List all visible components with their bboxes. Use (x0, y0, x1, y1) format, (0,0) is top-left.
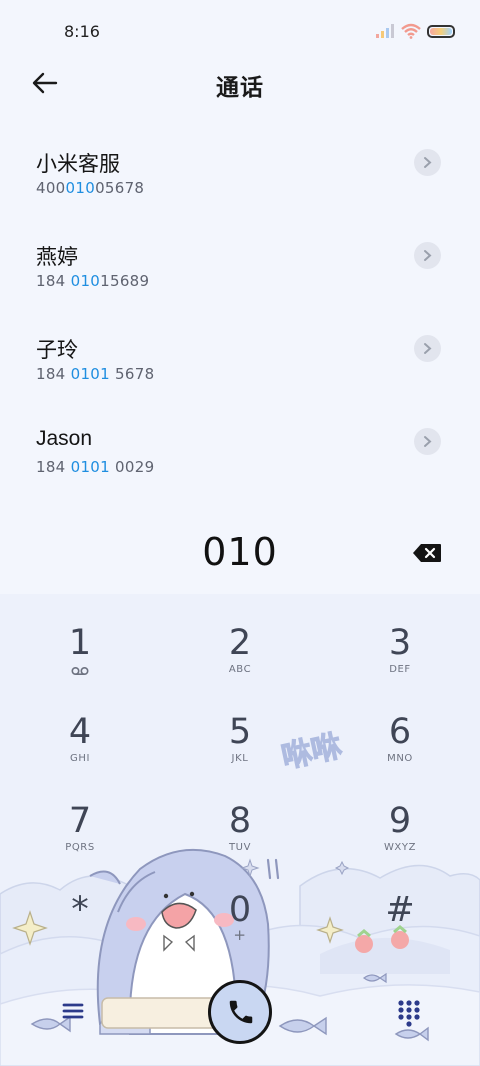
key-digit: 6 (388, 712, 412, 752)
contact-item[interactable]: Jason 184 0101 0029 (0, 419, 480, 512)
wifi-icon (401, 23, 421, 39)
contact-name: 小米客服 (36, 153, 120, 176)
backspace-icon[interactable] (412, 543, 442, 563)
dialed-number: 010 (202, 530, 278, 574)
contact-name: 子玲 (36, 339, 78, 362)
key-4[interactable]: 4 GHI (20, 704, 140, 788)
contact-number: 184 0101 5678 (36, 365, 154, 383)
chevron-right-icon[interactable] (414, 242, 441, 269)
key-digit: 2 (228, 623, 252, 663)
contact-number: 40001005678 (36, 179, 144, 197)
menu-icon[interactable] (58, 998, 90, 1024)
key-5[interactable]: 5 JKL (180, 704, 300, 788)
number-suffix: 05678 (95, 179, 145, 197)
key-1[interactable]: 1 (20, 615, 140, 699)
key-6[interactable]: 6 MNO (340, 704, 460, 788)
key-letters: GHI (69, 753, 91, 764)
number-match: 0101 (70, 458, 110, 476)
key-letters: MNO (387, 753, 413, 764)
key-0[interactable]: 0 + (180, 882, 300, 966)
chevron-right-icon[interactable] (414, 335, 441, 362)
status-time: 8:16 (64, 22, 100, 41)
key-star[interactable]: * (20, 882, 140, 966)
key-letters: WXYZ (383, 842, 417, 853)
key-digit: * (71, 890, 89, 930)
key-digit: 7 (68, 801, 92, 841)
key-3[interactable]: 3 DEF (340, 615, 460, 699)
key-letters: DEF (389, 664, 411, 675)
contact-item[interactable]: 小米客服 40001005678 (0, 140, 480, 233)
contact-suggestion-list: 小米客服 40001005678 燕婷 184 01015689 子玲 184 … (0, 140, 480, 512)
contact-number: 184 0101 0029 (36, 458, 154, 476)
key-letters: ABC (228, 664, 252, 675)
number-prefix: 184 (36, 272, 71, 290)
key-8[interactable]: 8 TUV (180, 793, 300, 877)
call-button[interactable] (208, 980, 272, 1044)
key-digit: 8 (228, 801, 252, 841)
key-digit: 5 (228, 712, 252, 752)
chevron-right-icon[interactable] (414, 149, 441, 176)
key-digit: 4 (68, 712, 92, 752)
number-match: 010 (70, 272, 101, 290)
key-hash[interactable]: # (340, 882, 460, 966)
key-letters: JKL (231, 753, 249, 764)
key-9[interactable]: 9 WXYZ (340, 793, 460, 877)
key-digit: # (385, 890, 415, 930)
number-prefix: 184 (36, 458, 71, 476)
key-digit: 3 (388, 623, 412, 663)
dialpad-icon[interactable] (392, 996, 426, 1030)
status-bar: 8:16 (0, 0, 480, 62)
contact-item[interactable]: 子玲 184 0101 5678 (0, 326, 480, 419)
key-7[interactable]: 7 PQRS (20, 793, 140, 877)
battery-icon (427, 25, 455, 38)
dialer-screen: 8:16 通话 小米客服 40001005678 燕婷 184 01015689 (0, 0, 480, 1066)
key-letters: PQRS (65, 842, 95, 853)
key-letters: + (233, 926, 247, 944)
voicemail-icon (71, 666, 89, 676)
chevron-right-icon[interactable] (414, 428, 441, 455)
key-letters: TUV (228, 842, 252, 853)
key-digit: 1 (68, 623, 92, 663)
key-digit: 9 (388, 801, 412, 841)
contact-name: 燕婷 (36, 246, 78, 269)
page-title: 通话 (216, 74, 264, 100)
number-suffix: 0029 (109, 458, 155, 476)
number-prefix: 400 (36, 179, 66, 197)
number-prefix: 184 (36, 365, 71, 383)
phone-icon (229, 1000, 253, 1024)
number-match: 0101 (70, 365, 110, 383)
key-digit: 0 (228, 890, 252, 930)
contact-number: 184 01015689 (36, 272, 149, 290)
contact-name: Jason (36, 427, 93, 450)
key-2[interactable]: 2 ABC (180, 615, 300, 699)
number-match: 010 (65, 179, 96, 197)
number-suffix: 5678 (109, 365, 155, 383)
signal-icon (376, 24, 394, 38)
number-suffix: 15689 (100, 272, 150, 290)
contact-item[interactable]: 燕婷 184 01015689 (0, 233, 480, 326)
